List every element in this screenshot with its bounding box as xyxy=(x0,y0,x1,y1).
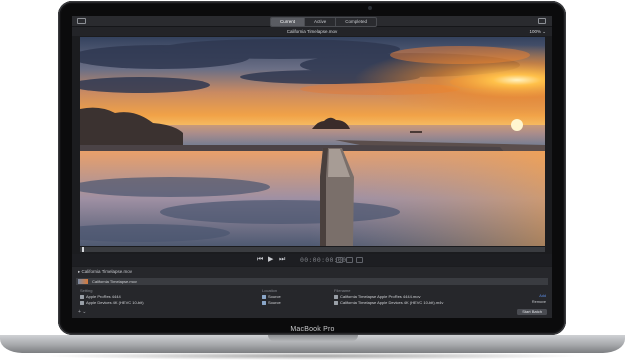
output-location-text: Source xyxy=(268,294,281,299)
column-filename: Filename xyxy=(334,288,351,293)
output-filename-text: California Timelapse Apple Devices 4K (H… xyxy=(340,300,444,305)
brand-label: MacBook Pro xyxy=(290,326,335,333)
playhead[interactable] xyxy=(82,247,84,252)
tab-current[interactable]: Current xyxy=(271,18,306,26)
view-tabs: Current Active Completed xyxy=(270,17,378,27)
sunset-preview-image xyxy=(80,37,545,246)
transport-controls: ⏮ ▶ ⏭ 00:00:00:00 xyxy=(72,254,552,266)
timeline-scrubber[interactable] xyxy=(80,247,545,252)
laptop-notch xyxy=(268,335,358,341)
output-setting-2[interactable]: Apple Devices 4K (HEVC 10-bit) xyxy=(80,300,144,305)
tab-completed[interactable]: Completed xyxy=(336,18,376,26)
output-filename-1[interactable]: California Timelapse Apple ProRes 4444.m… xyxy=(334,294,421,299)
file-icon xyxy=(334,300,338,305)
play-button[interactable]: ▶ xyxy=(268,256,273,264)
output-filename-text: California Timelapse Apple ProRes 4444.m… xyxy=(340,294,421,299)
previous-frame-button[interactable]: ⏮ xyxy=(257,256,263,264)
output-setting-1[interactable]: Apple ProRes 4444 xyxy=(80,294,121,299)
remove-output-button[interactable]: Remove xyxy=(532,300,546,305)
output-location-text: Source xyxy=(268,300,281,305)
output-setting-text: Apple ProRes 4444 xyxy=(86,294,121,299)
volume-icon[interactable] xyxy=(346,257,353,263)
sidebar-toggle-icon[interactable] xyxy=(77,18,86,24)
inspector-toggle-icon[interactable] xyxy=(538,18,546,24)
preset-icon xyxy=(80,294,84,299)
viewer-header: California Timelapse.mov 100% ⌄ xyxy=(72,27,552,36)
laptop-shadow xyxy=(40,352,585,360)
source-file-name: California Timelapse.mov xyxy=(81,269,133,274)
zoom-menu[interactable]: 100% ⌄ xyxy=(529,28,546,35)
document-title: California Timelapse.mov xyxy=(286,29,338,34)
file-icon xyxy=(334,294,338,299)
add-menu-button[interactable]: + ⌄ xyxy=(78,309,87,315)
title-bar: Current Active Completed xyxy=(72,16,552,27)
preset-icon xyxy=(80,300,84,305)
column-setting: Setting xyxy=(80,288,93,293)
next-frame-button[interactable]: ⏭ xyxy=(279,256,285,264)
out-point-icon[interactable] xyxy=(356,257,363,263)
camera-dot xyxy=(368,6,372,10)
batch-panel: ▸ California Timelapse.mov California Ti… xyxy=(72,267,552,318)
video-preview xyxy=(80,37,545,246)
column-location: Location xyxy=(262,288,278,293)
output-setting-text: Apple Devices 4K (HEVC 10-bit) xyxy=(86,300,144,305)
output-location-1[interactable]: Source xyxy=(262,294,281,299)
job-name: California Timelapse.mov xyxy=(92,279,137,284)
source-file-label: ▸ California Timelapse.mov xyxy=(78,269,132,275)
zoom-value: 100% xyxy=(529,29,541,34)
folder-icon xyxy=(262,300,266,305)
start-batch-button[interactable]: Start Batch xyxy=(517,309,547,315)
app-window: Current Active Completed California Time… xyxy=(72,16,552,318)
tab-active[interactable]: Active xyxy=(305,18,337,26)
folder-icon xyxy=(262,294,266,299)
in-point-icon[interactable] xyxy=(336,257,343,263)
output-filename-2[interactable]: California Timelapse Apple Devices 4K (H… xyxy=(334,300,443,305)
job-thumbnail xyxy=(78,279,88,284)
output-location-2[interactable]: Source xyxy=(262,300,281,305)
add-output-link[interactable]: Add xyxy=(539,294,546,299)
job-row[interactable]: California Timelapse.mov xyxy=(76,278,548,285)
